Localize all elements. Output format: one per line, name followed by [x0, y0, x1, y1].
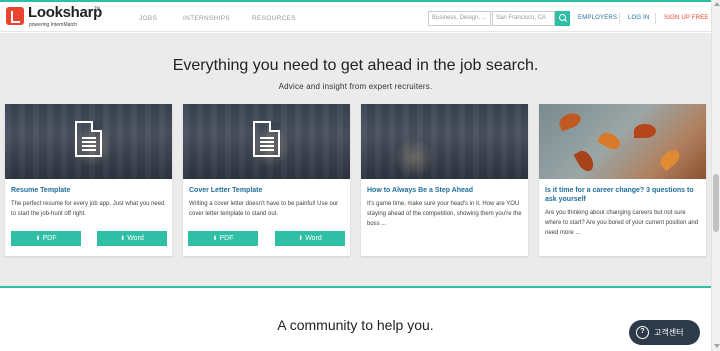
pdf-download-button[interactable]: ⬇ PDF — [11, 231, 81, 246]
section-headline: Everything you need to get ahead in the … — [172, 57, 539, 74]
section-divider — [0, 286, 711, 288]
signup-link[interactable]: SIGN UP FREE — [664, 15, 709, 21]
logo-trademark: TM — [94, 5, 100, 10]
card-description: The perfect resume for every job app. Ju… — [11, 201, 165, 217]
download-icon: ⬇ — [120, 236, 126, 242]
header-divider — [619, 13, 620, 24]
search-button[interactable] — [555, 11, 570, 26]
card-description: Writing a cover letter doesn't have to b… — [189, 201, 339, 217]
card-title[interactable]: How to Always Be a Step Ahead — [367, 186, 523, 195]
customer-center-button[interactable]: ? 고객센터 — [629, 320, 700, 345]
scrollbar-thumb[interactable] — [713, 174, 719, 232]
nav-resources[interactable]: RESOURCES — [252, 15, 296, 22]
card-image — [361, 104, 528, 179]
card-title[interactable]: Cover Letter Template — [189, 186, 345, 195]
card-description: It's game time, make sure your head's in… — [367, 201, 522, 227]
download-icon: ⬇ — [298, 236, 304, 242]
pdf-download-button[interactable]: ⬇ PDF — [188, 231, 258, 246]
logo-text[interactable]: Looksharp — [28, 4, 102, 21]
article-card[interactable]: Is it time for a career change? 3 questi… — [539, 104, 706, 256]
site-header: Looksharp TM powering InternMatch JOBS I… — [0, 2, 711, 32]
resource-card[interactable]: Resume Template The perfect resume for e… — [5, 104, 172, 256]
card-image — [5, 104, 172, 179]
document-icon — [253, 121, 280, 157]
article-card[interactable]: How to Always Be a Step Ahead It's game … — [361, 104, 528, 256]
customer-center-label: 고객센터 — [654, 328, 684, 337]
nav-internships[interactable]: INTERNSHIPS — [183, 15, 230, 22]
download-icon: ⬇ — [212, 236, 218, 242]
login-link[interactable]: LOG IN — [628, 15, 650, 21]
card-title[interactable]: Resume Template — [11, 186, 167, 195]
logo-subtitle: powering InternMatch — [29, 22, 78, 28]
resource-card[interactable]: Cover Letter Template Writing a cover le… — [183, 104, 350, 256]
nav-jobs[interactable]: JOBS — [139, 15, 157, 22]
employers-link[interactable]: EMPLOYERS — [578, 15, 617, 21]
scrollbar[interactable] — [711, 0, 720, 351]
scroll-up-arrow-icon[interactable] — [714, 2, 720, 6]
location-search-input[interactable]: San Francisco, CA — [492, 11, 555, 26]
logo-icon[interactable] — [6, 7, 24, 25]
card-image — [539, 104, 706, 179]
card-title[interactable]: Is it time for a career change? 3 questi… — [545, 186, 701, 204]
card-image — [183, 104, 350, 179]
document-icon — [75, 121, 102, 157]
scroll-down-arrow-icon[interactable] — [714, 344, 720, 348]
word-download-button[interactable]: ⬇ Word — [97, 231, 167, 246]
download-icon: ⬇ — [35, 236, 41, 242]
header-divider — [655, 13, 656, 24]
section-subline: Advice and insight from expert recruiter… — [278, 82, 433, 91]
word-download-button[interactable]: ⬇ Word — [275, 231, 345, 246]
keyword-search-input[interactable]: Business, Design, ... — [428, 11, 491, 26]
card-description: Are you thinking about changing careers … — [545, 210, 699, 236]
community-heading: A community to help you. — [277, 317, 434, 333]
question-icon: ? — [636, 326, 649, 339]
